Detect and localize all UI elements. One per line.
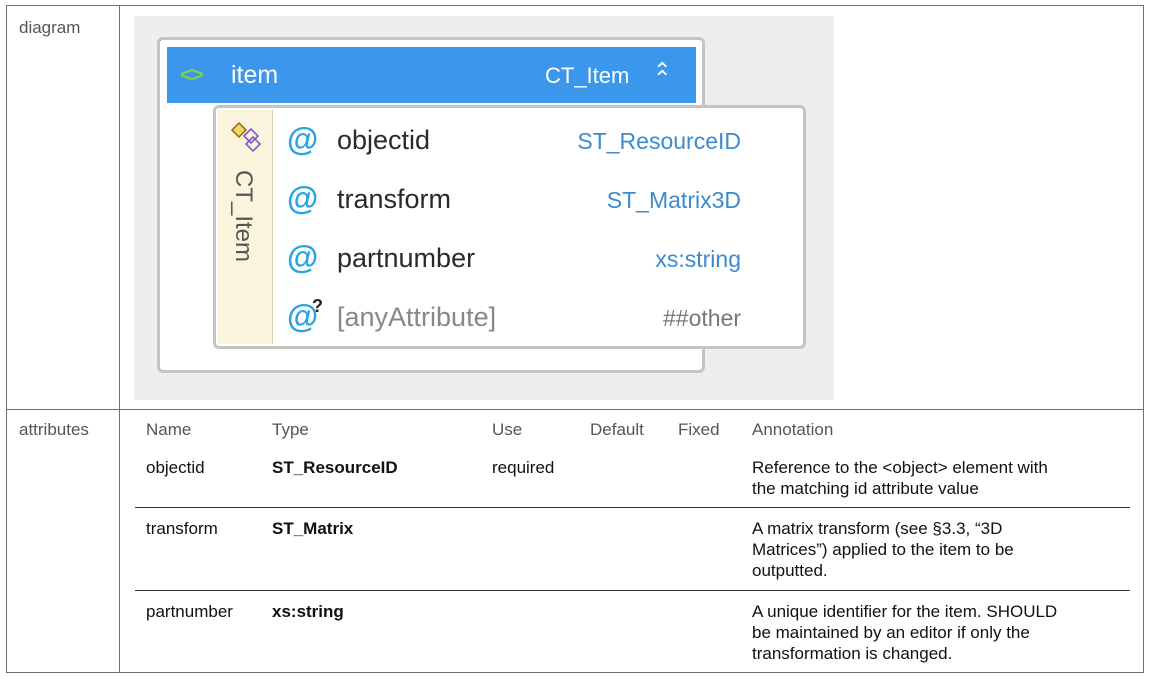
annotation-line: A unique identifier for the item. SHOULD <box>752 602 1058 621</box>
element-type: CT_Item <box>545 63 630 88</box>
column-header-fixed: Fixed <box>678 420 720 439</box>
attribute-icon: @ <box>287 239 319 275</box>
column-header-default: Default <box>590 420 644 439</box>
attribute-type-cell: xs:string <box>272 602 344 621</box>
diagram-attribute-type: ST_ResourceID <box>577 128 741 154</box>
annotation-line: the matching id attribute value <box>752 479 979 498</box>
table-row-divider <box>135 507 1130 508</box>
attribute-name-cell: transform <box>146 519 218 538</box>
attribute-name-cell: partnumber <box>146 602 233 621</box>
column-header-use: Use <box>492 420 523 439</box>
attribute-type-cell: ST_ResourceID <box>272 458 398 477</box>
attribute-name-cell: objectid <box>146 458 205 477</box>
annotation-line: transformation is changed. <box>752 644 953 663</box>
column-header-annotation: Annotation <box>752 420 834 439</box>
diagram-attribute-row[interactable]: @ partnumber xs:string <box>273 233 748 283</box>
optional-mark-icon: ? <box>312 296 323 316</box>
diagram-attribute-type: xs:string <box>655 246 741 272</box>
code-icon: <> <box>180 62 204 87</box>
column-header-name: Name <box>146 420 192 439</box>
diagram-attribute-type: ST_Matrix3D <box>606 187 741 213</box>
row-divider <box>6 409 1144 410</box>
attribute-icon: @ <box>287 121 319 157</box>
diagram-attribute-name: transform <box>337 184 452 214</box>
element-name: item <box>231 61 279 89</box>
element-header[interactable]: <> item CT_Item ⌃ ⌃ <box>167 47 696 103</box>
annotation-line: Matrices”) applied to the item to be <box>752 540 1014 559</box>
collapse-icon-lower: ⌃ <box>653 66 672 91</box>
diagram-attribute-row[interactable]: @ ? [anyAttribute] ##other <box>273 292 748 342</box>
diagram-attribute-type: ##other <box>662 305 741 331</box>
table-row-divider <box>135 590 1130 591</box>
diagram-attribute-row[interactable]: @ objectid ST_ResourceID <box>273 115 748 165</box>
diagram-attribute-name: objectid <box>337 125 431 155</box>
attribute-icon: @ <box>287 180 319 216</box>
type-strip-label: CT_Item <box>230 170 257 263</box>
complex-type-icon <box>230 121 262 153</box>
annotation-line: A matrix transform (see §3.3, “3D <box>752 519 1003 538</box>
diagram-attribute-row[interactable]: @ transform ST_Matrix3D <box>273 174 748 224</box>
annotation-line: be maintained by an editor if only the <box>752 623 1030 642</box>
annotation-line: outputted. <box>752 561 828 580</box>
diagram-attribute-name: partnumber <box>337 243 476 273</box>
diagram-row-label: diagram <box>19 18 81 37</box>
diagram-attribute-name: [anyAttribute] <box>337 302 497 332</box>
attributes-row-label: attributes <box>19 420 89 439</box>
attribute-type-cell: ST_Matrix <box>272 519 354 538</box>
column-header-type: Type <box>272 420 309 439</box>
attribute-use-cell: required <box>492 458 555 477</box>
column-divider <box>119 5 120 673</box>
complex-type-strip: CT_Item <box>218 110 273 344</box>
annotation-line: Reference to the <object> element with <box>752 458 1048 477</box>
